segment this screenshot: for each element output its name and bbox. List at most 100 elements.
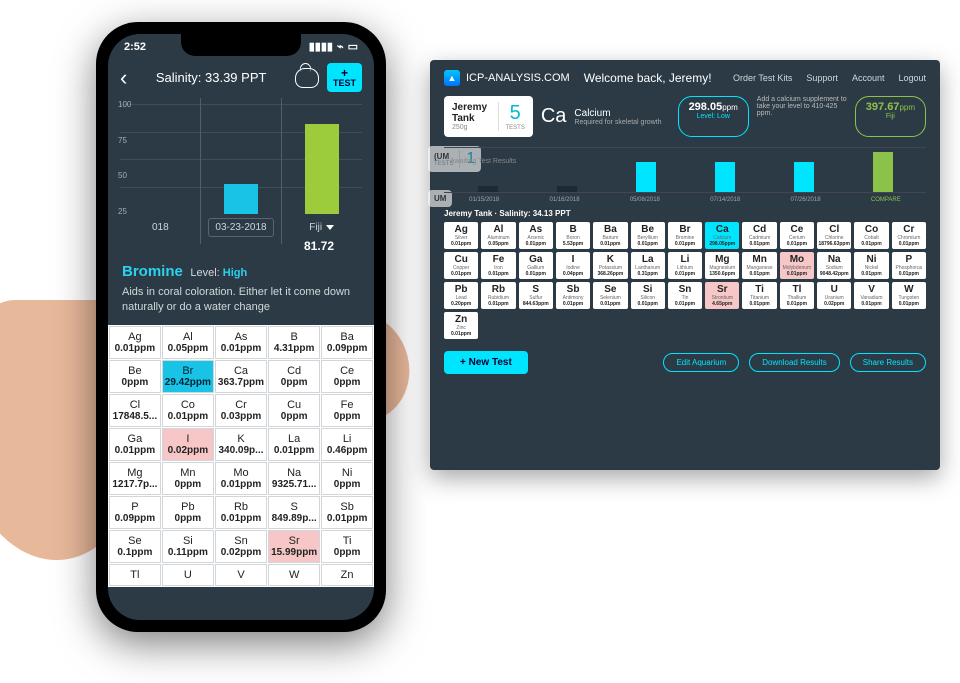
element-cell-ba[interactable]: Ba0.09ppm <box>321 326 373 359</box>
ptable-cell-ca[interactable]: CaCalcium298.05ppm <box>705 222 739 249</box>
element-cell-u[interactable]: U <box>162 564 214 586</box>
compare-selector[interactable]: Fiji <box>281 222 362 233</box>
element-cell-li[interactable]: Li0.46ppm <box>321 428 373 461</box>
element-cell-cd[interactable]: Cd0ppm <box>268 360 320 393</box>
element-cell-ti[interactable]: Ti0ppm <box>321 530 373 563</box>
ptable-cell-w[interactable]: WTungsten0.01ppm <box>892 282 926 309</box>
element-cell-as[interactable]: As0.01ppm <box>215 326 267 359</box>
edit-aquarium-button[interactable]: Edit Aquarium <box>663 353 739 372</box>
chart-x-prev[interactable]: 018 <box>120 222 201 233</box>
ptable-cell-b[interactable]: BBoron5.53ppm <box>556 222 590 249</box>
brand-logo-icon: ▲ <box>444 70 460 86</box>
ptable-cell-cd[interactable]: CdCadmium0.01ppm <box>742 222 776 249</box>
ptable-cell-sn[interactable]: SnTin0.01ppm <box>668 282 702 309</box>
ptable-cell-co[interactable]: CoCobalt0.01ppm <box>854 222 888 249</box>
ptable-cell-cl[interactable]: ClChlorine18796.63ppm <box>817 222 851 249</box>
ptable-cell-be[interactable]: BeBeryllium0.01ppm <box>631 222 665 249</box>
element-cell-ga[interactable]: Ga0.01ppm <box>109 428 161 461</box>
element-cell-br[interactable]: Br29.42ppm <box>162 360 214 393</box>
element-cell-cu[interactable]: Cu0ppm <box>268 394 320 427</box>
element-cell-pb[interactable]: Pb0ppm <box>162 496 214 529</box>
element-cell-co[interactable]: Co0.01ppm <box>162 394 214 427</box>
ptable-cell-fe[interactable]: FeIron0.01ppm <box>481 252 515 279</box>
element-cell-v[interactable]: V <box>215 564 267 586</box>
element-cell-i[interactable]: I0.02ppm <box>162 428 214 461</box>
ptable-cell-sr[interactable]: SrStrontium4.65ppm <box>705 282 739 309</box>
element-cell-p[interactable]: P0.09ppm <box>109 496 161 529</box>
compare-pill[interactable]: 397.67ppm Fiji <box>855 96 926 137</box>
ptable-cell-se[interactable]: SeSelenium0.01ppm <box>593 282 627 309</box>
ptable-cell-k[interactable]: KPotassium368.26ppm <box>593 252 627 279</box>
element-cell-sr[interactable]: Sr15.99ppm <box>268 530 320 563</box>
ptable-cell-ti[interactable]: TiTitanium0.01ppm <box>742 282 776 309</box>
element-cell-k[interactable]: K340.09p... <box>215 428 267 461</box>
element-cell-al[interactable]: Al0.05ppm <box>162 326 214 359</box>
element-cell-na[interactable]: Na9325.71... <box>268 462 320 495</box>
element-cell-ca[interactable]: Ca363.7ppm <box>215 360 267 393</box>
element-cell-ag[interactable]: Ag0.01ppm <box>109 326 161 359</box>
ptable-cell-rb[interactable]: RbRubidium0.01ppm <box>481 282 515 309</box>
chart-bar-compare[interactable] <box>305 124 339 214</box>
ptable-cell-ni[interactable]: NiNickel0.01ppm <box>854 252 888 279</box>
nav-logout[interactable]: Logout <box>898 73 926 83</box>
ptable-cell-p[interactable]: PPhosphorus0.01ppm <box>892 252 926 279</box>
ptable-cell-la[interactable]: LaLanthanum0.31ppm <box>631 252 665 279</box>
element-cell-sb[interactable]: Sb0.01ppm <box>321 496 373 529</box>
ptable-cell-br[interactable]: BrBromine0.01ppm <box>668 222 702 249</box>
ptable-cell-zn[interactable]: ZnZinc0.01ppm <box>444 312 478 339</box>
share-results-button[interactable]: Share Results <box>850 353 926 372</box>
ptable-cell-u[interactable]: UUranium0.02ppm <box>817 282 851 309</box>
ptable-cell-li[interactable]: LiLithium0.01ppm <box>668 252 702 279</box>
ptable-cell-mn[interactable]: MnManganese0.01ppm <box>742 252 776 279</box>
ptable-cell-tl[interactable]: TlThallium0.01ppm <box>780 282 814 309</box>
tank-card-active[interactable]: Jeremy Tank 250g 5 TESTS <box>444 96 533 137</box>
ptable-cell-cu[interactable]: CuCopper0.01ppm <box>444 252 478 279</box>
nav-account[interactable]: Account <box>852 73 885 83</box>
ptable-cell-ag[interactable]: AgSilver0.01ppm <box>444 222 478 249</box>
element-cell-cl[interactable]: Cl17848.5... <box>109 394 161 427</box>
ptable-cell-cr[interactable]: CrChromium0.01ppm <box>892 222 926 249</box>
element-cell-ni[interactable]: Ni0ppm <box>321 462 373 495</box>
ptable-cell-ga[interactable]: GaGallium0.01ppm <box>519 252 553 279</box>
element-cell-mn[interactable]: Mn0ppm <box>162 462 214 495</box>
new-test-button[interactable]: + New Test <box>444 351 528 374</box>
ptable-cell-i[interactable]: IIodine0.04ppm <box>556 252 590 279</box>
element-cell-s[interactable]: S849.89p... <box>268 496 320 529</box>
element-cell-sn[interactable]: Sn0.02ppm <box>215 530 267 563</box>
element-cell-w[interactable]: W <box>268 564 320 586</box>
tank-name: Jeremy Tank <box>452 102 490 124</box>
element-cell-se[interactable]: Se0.1ppm <box>109 530 161 563</box>
ptable-cell-si[interactable]: SiSilicon0.01ppm <box>631 282 665 309</box>
element-cell-zn[interactable]: Zn <box>321 564 373 586</box>
element-cell-be[interactable]: Be0ppm <box>109 360 161 393</box>
download-results-button[interactable]: Download Results <box>749 353 839 372</box>
element-cell-mo[interactable]: Mo0.01ppm <box>215 462 267 495</box>
element-cell-ce[interactable]: Ce0ppm <box>321 360 373 393</box>
chart-bar-sample[interactable] <box>224 184 258 214</box>
add-test-button[interactable]: + TEST <box>327 63 362 92</box>
element-cell-rb[interactable]: Rb0.01ppm <box>215 496 267 529</box>
cloud-sync-icon[interactable] <box>295 68 319 88</box>
back-button[interactable]: ‹ <box>120 65 127 91</box>
element-cell-cr[interactable]: Cr0.03ppm <box>215 394 267 427</box>
element-cell-tl[interactable]: Tl <box>109 564 161 586</box>
ptable-cell-s[interactable]: SSulfur844.63ppm <box>519 282 553 309</box>
ptable-cell-na[interactable]: NaSodium9048.42ppm <box>817 252 851 279</box>
ptable-cell-sb[interactable]: SbAntimony0.01ppm <box>556 282 590 309</box>
element-cell-la[interactable]: La0.01ppm <box>268 428 320 461</box>
ptable-cell-pb[interactable]: PbLead0.20ppm <box>444 282 478 309</box>
ptable-cell-ba[interactable]: BaBarium0.01ppm <box>593 222 627 249</box>
ptable-cell-as[interactable]: AsArsenic0.01ppm <box>519 222 553 249</box>
element-cell-b[interactable]: B4.31ppm <box>268 326 320 359</box>
chart-date-picker[interactable]: 03-23-2018 <box>208 218 273 237</box>
ptable-cell-mg[interactable]: MgMagnesium1350.6ppm <box>705 252 739 279</box>
element-cell-mg[interactable]: Mg1217.7p... <box>109 462 161 495</box>
element-cell-si[interactable]: Si0.11ppm <box>162 530 214 563</box>
ptable-cell-mo[interactable]: MoMolybdenum0.01ppm <box>780 252 814 279</box>
nav-support[interactable]: Support <box>806 73 838 83</box>
ptable-cell-v[interactable]: VVanadium0.01ppm <box>854 282 888 309</box>
ptable-cell-ce[interactable]: CeCerium0.01ppm <box>780 222 814 249</box>
ptable-cell-al[interactable]: AlAluminum0.05ppm <box>481 222 515 249</box>
element-cell-fe[interactable]: Fe0ppm <box>321 394 373 427</box>
nav-order[interactable]: Order Test Kits <box>733 73 792 83</box>
